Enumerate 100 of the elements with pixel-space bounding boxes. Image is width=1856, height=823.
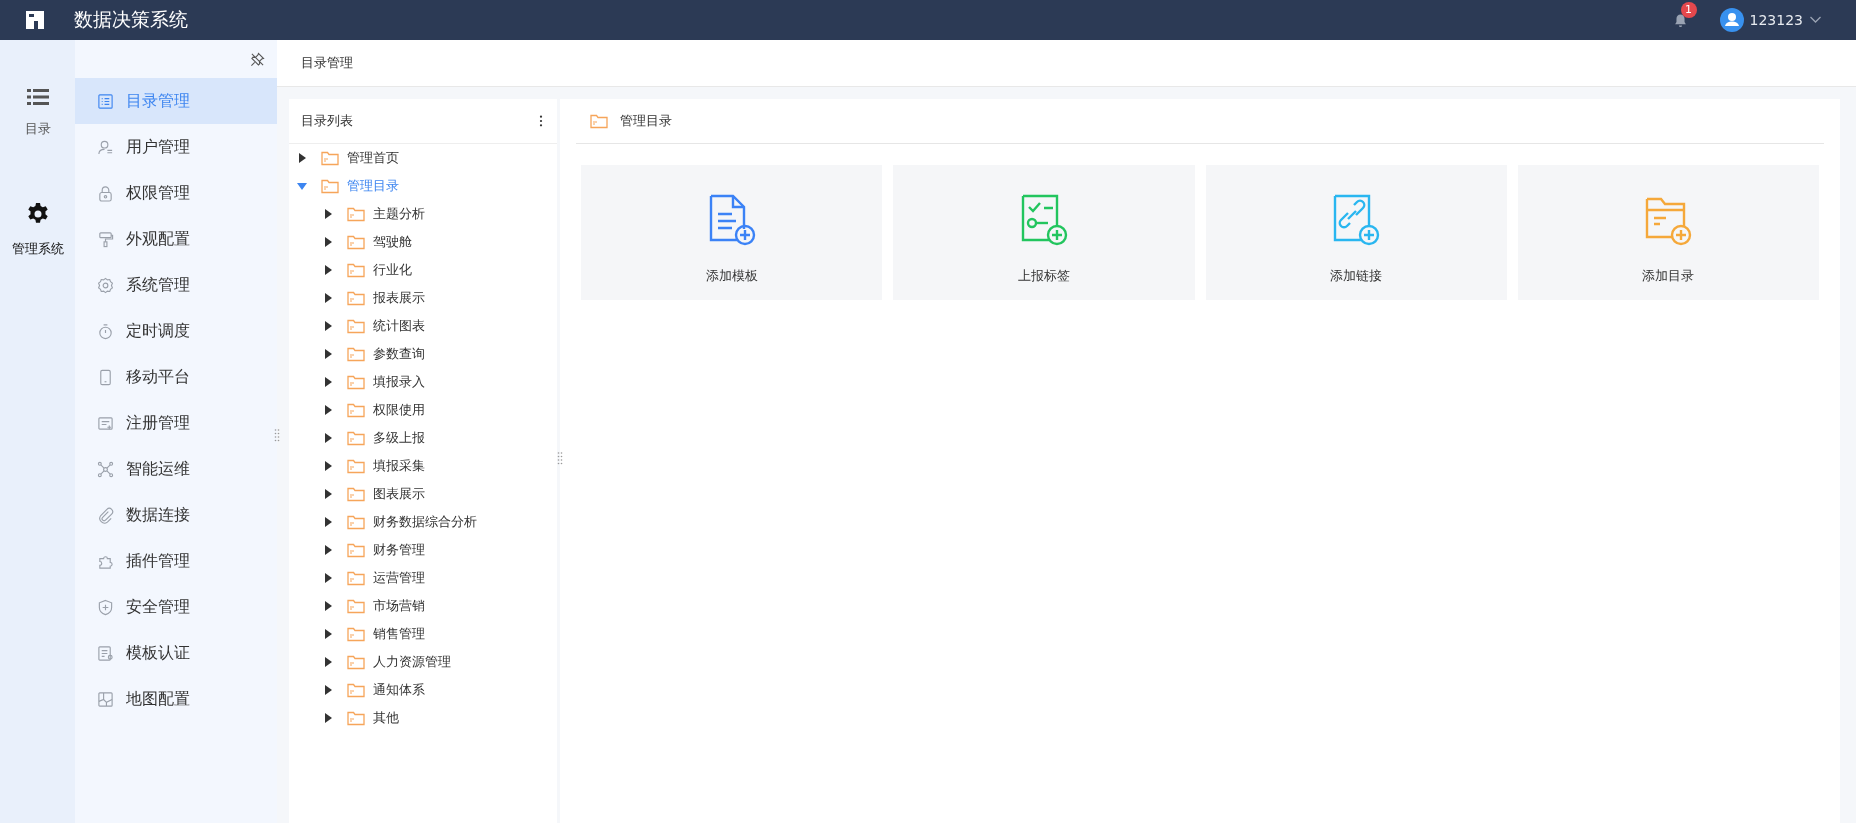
tree-item[interactable]: 管理首页 xyxy=(289,144,557,172)
rail-item[interactable]: 管理系统 xyxy=(0,202,75,258)
tree-item[interactable]: 其他 xyxy=(289,704,557,732)
caret-icon xyxy=(323,461,333,471)
tree-item[interactable]: 财务管理 xyxy=(289,536,557,564)
sidebar-item[interactable]: 系统管理 xyxy=(75,262,277,308)
caret-icon xyxy=(323,209,333,219)
tree-item[interactable]: 填报采集 xyxy=(289,452,557,480)
folder-icon xyxy=(347,458,365,474)
panel-title: 目录列表 xyxy=(301,112,353,130)
folder-icon xyxy=(347,598,365,614)
user-menu[interactable]: 123123 xyxy=(1719,8,1822,32)
user-icon xyxy=(97,138,114,156)
caret-icon xyxy=(323,349,333,359)
folder-icon xyxy=(347,486,365,502)
breadcrumb: 目录管理 xyxy=(301,54,353,72)
paperclip-icon xyxy=(97,506,114,524)
network-icon xyxy=(97,460,114,478)
pin-icon[interactable] xyxy=(250,51,265,67)
rail-item[interactable]: 目录 xyxy=(0,88,75,138)
caret-icon xyxy=(323,293,333,303)
sidebar-item[interactable]: 模板认证 xyxy=(75,630,277,676)
tree-item[interactable]: 市场营销 xyxy=(289,592,557,620)
caret-icon xyxy=(323,629,333,639)
chevron-down-icon xyxy=(1809,16,1822,24)
map-icon xyxy=(97,690,114,708)
caret-icon xyxy=(323,545,333,555)
avatar-icon xyxy=(1719,8,1744,32)
tree-item[interactable]: 行业化 xyxy=(289,256,557,284)
action-card[interactable]: 添加链接 xyxy=(1205,165,1507,300)
folder-icon xyxy=(347,430,365,446)
list-icon xyxy=(26,88,49,106)
tree-item[interactable]: 销售管理 xyxy=(289,620,557,648)
sidebar-item[interactable]: 安全管理 xyxy=(75,584,277,630)
document-icon xyxy=(97,644,114,662)
sidebar-item[interactable]: 智能运维 xyxy=(75,446,277,492)
tree-item[interactable]: 图表展示 xyxy=(289,480,557,508)
phone-icon xyxy=(97,368,114,386)
caret-icon xyxy=(323,573,333,583)
folder-icon xyxy=(347,542,365,558)
caret-icon xyxy=(323,405,333,415)
folder-icon xyxy=(347,262,365,278)
sidebar-item[interactable]: 外观配置 xyxy=(75,216,277,262)
caret-icon xyxy=(323,377,333,387)
tree-item[interactable]: 主题分析 xyxy=(289,200,557,228)
folder-icon xyxy=(321,178,339,194)
action-card[interactable]: 添加目录 xyxy=(1517,165,1819,300)
logo-icon xyxy=(24,9,46,31)
tree-item[interactable]: 权限使用 xyxy=(289,396,557,424)
folder-icon xyxy=(347,682,365,698)
folder-icon xyxy=(347,710,365,726)
timer-icon xyxy=(97,322,114,340)
sidebar-item[interactable]: 用户管理 xyxy=(75,124,277,170)
tree-item[interactable]: 参数查询 xyxy=(289,340,557,368)
folder-icon xyxy=(347,206,365,222)
tree-item[interactable]: 管理目录 xyxy=(289,172,557,200)
folder-icon xyxy=(347,402,365,418)
more-options-icon[interactable] xyxy=(539,115,543,127)
app-title: 数据决策系统 xyxy=(74,7,188,32)
folder-icon xyxy=(347,318,365,334)
panel-title: 管理目录 xyxy=(620,112,672,130)
tree-item[interactable]: 填报录入 xyxy=(289,368,557,396)
caret-icon xyxy=(323,601,333,611)
action-card[interactable]: 添加模板 xyxy=(581,165,883,300)
sidebar-item[interactable]: 注册管理 xyxy=(75,400,277,446)
folder-icon xyxy=(347,570,365,586)
sidebar-item[interactable]: 移动平台 xyxy=(75,354,277,400)
tree-item[interactable]: 驾驶舱 xyxy=(289,228,557,256)
tree-item[interactable]: 多级上报 xyxy=(289,424,557,452)
sidebar-item[interactable]: 地图配置 xyxy=(75,676,277,722)
sidebar-item[interactable]: 定时调度 xyxy=(75,308,277,354)
caret-icon xyxy=(323,237,333,247)
caret-icon xyxy=(323,265,333,275)
action-card[interactable]: 上报标签 xyxy=(893,165,1195,300)
tree-item[interactable]: 通知体系 xyxy=(289,676,557,704)
caret-icon xyxy=(323,433,333,443)
folder-icon xyxy=(347,374,365,390)
folder-icon xyxy=(321,150,339,166)
caret-icon xyxy=(323,321,333,331)
caret-icon xyxy=(323,489,333,499)
lock-icon xyxy=(97,184,114,202)
folder-icon xyxy=(347,654,365,670)
sidebar-item[interactable]: 权限管理 xyxy=(75,170,277,216)
tree-item[interactable]: 统计图表 xyxy=(289,312,557,340)
gear-icon xyxy=(25,202,50,226)
tree-item[interactable]: 运营管理 xyxy=(289,564,557,592)
tree-item[interactable]: 财务数据综合分析 xyxy=(289,508,557,536)
caret-icon xyxy=(323,517,333,527)
tree-item[interactable]: 报表展示 xyxy=(289,284,557,312)
sidebar-item[interactable]: 插件管理 xyxy=(75,538,277,584)
tree-item[interactable]: 人力资源管理 xyxy=(289,648,557,676)
caret-icon xyxy=(323,685,333,695)
list-icon xyxy=(97,92,114,110)
caret-icon xyxy=(323,713,333,723)
sidebar-item[interactable]: 数据连接 xyxy=(75,492,277,538)
folder-icon xyxy=(347,234,365,250)
folder-icon xyxy=(347,514,365,530)
notification-count: 1 xyxy=(1680,1,1697,18)
caret-icon xyxy=(323,657,333,667)
folder-icon xyxy=(347,626,365,642)
